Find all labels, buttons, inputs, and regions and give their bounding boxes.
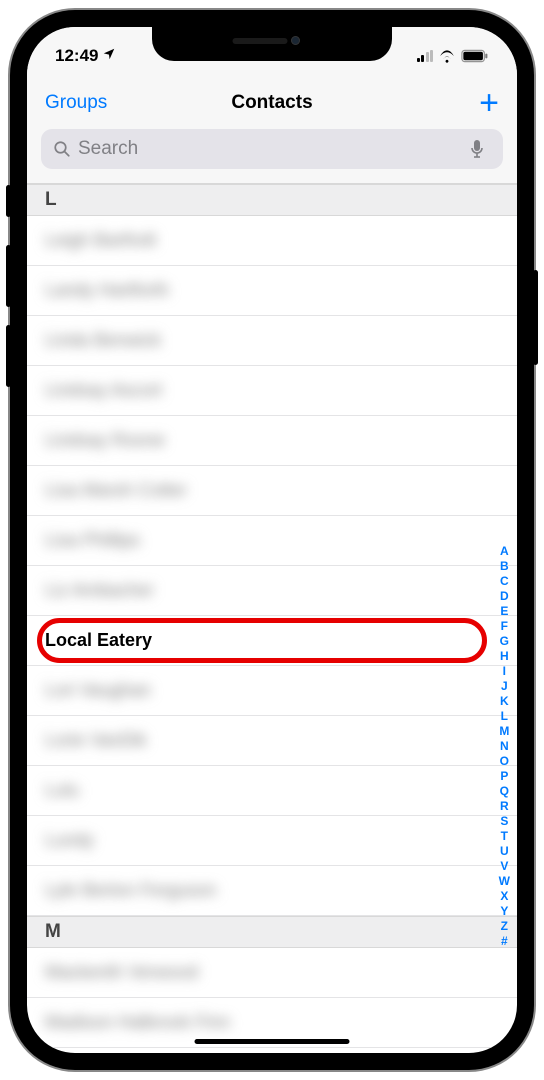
volume-up-button[interactable] <box>6 245 11 307</box>
phone-frame: 12:49 Groups Contacts <box>10 10 534 1070</box>
contact-row[interactable]: Liz Ambacher <box>27 566 517 616</box>
index-letter[interactable]: J <box>497 679 512 694</box>
search-placeholder: Search <box>78 138 470 160</box>
index-letter[interactable]: V <box>496 859 512 874</box>
groups-button[interactable]: Groups <box>45 92 107 114</box>
index-letter[interactable]: C <box>496 574 513 589</box>
index-letter[interactable]: S <box>496 814 512 829</box>
index-letter[interactable]: D <box>496 589 513 604</box>
contact-row[interactable]: Lori Vaughan <box>27 666 517 716</box>
alpha-index[interactable]: ABCDEFGHIJKLMNOPQRSTUVWXYZ# <box>495 544 514 949</box>
contact-row[interactable]: Lindsay Ascort <box>27 366 517 416</box>
contact-name: Lindsay Ascort <box>45 380 162 401</box>
search-icon <box>53 140 71 158</box>
index-letter[interactable]: U <box>496 844 513 859</box>
index-letter[interactable]: G <box>496 634 513 649</box>
index-letter[interactable]: M <box>495 724 513 739</box>
page-title: Contacts <box>231 92 312 114</box>
nav-bar: Groups Contacts + <box>27 77 517 121</box>
section-header-M: M <box>27 916 517 948</box>
index-letter[interactable]: Z <box>497 919 512 934</box>
contact-name: Liz Ambacher <box>45 580 154 601</box>
contact-row[interactable]: Mackenth Verwood <box>27 948 517 998</box>
status-time: 12:49 <box>55 46 98 66</box>
contact-row[interactable]: Local Eatery <box>27 616 517 666</box>
add-contact-button[interactable]: + <box>479 88 499 118</box>
contact-name: Lyle Berton Ferguson <box>45 880 216 901</box>
index-letter[interactable]: R <box>496 799 513 814</box>
contact-row[interactable]: Lisa Marsh Cotter <box>27 466 517 516</box>
search-container: Search <box>27 121 517 184</box>
cellular-signal-icon <box>417 50 434 62</box>
location-icon <box>102 46 116 66</box>
screen: 12:49 Groups Contacts <box>25 25 519 1055</box>
contact-row[interactable]: Linda Benwick <box>27 316 517 366</box>
index-letter[interactable]: T <box>497 829 512 844</box>
contact-row[interactable]: Lundy <box>27 816 517 866</box>
wifi-icon <box>438 49 456 63</box>
index-letter[interactable]: A <box>496 544 513 559</box>
contact-row[interactable]: Lindsay Roone <box>27 416 517 466</box>
section-header-L: L <box>27 184 517 216</box>
contact-name: Lisa Phillips <box>45 530 140 551</box>
power-button[interactable] <box>533 270 538 365</box>
contact-name: Leigh Bartholt <box>45 230 156 251</box>
search-input[interactable]: Search <box>41 129 503 169</box>
mute-switch[interactable] <box>6 185 11 217</box>
contact-row[interactable]: Leigh Bartholt <box>27 216 517 266</box>
index-letter[interactable]: X <box>496 889 512 904</box>
contact-row[interactable]: Lyle Berton Ferguson <box>27 866 517 916</box>
index-letter[interactable]: W <box>495 874 514 889</box>
index-letter[interactable]: O <box>496 754 513 769</box>
contact-name: Madison Halbrook Finn <box>45 1012 230 1033</box>
contact-name: Linda Benwick <box>45 330 161 351</box>
index-letter[interactable]: F <box>497 619 512 634</box>
index-letter[interactable]: L <box>497 709 512 724</box>
contact-name: Lulu <box>45 780 79 801</box>
contact-name: Local Eatery <box>45 630 152 651</box>
contact-name: Landy Hartforth <box>45 280 169 301</box>
index-letter[interactable]: # <box>497 934 512 949</box>
contact-name: Lindsay Roone <box>45 430 165 451</box>
contact-row[interactable]: Lorie VanDik <box>27 716 517 766</box>
contact-name: Lorie VanDik <box>45 730 147 751</box>
index-letter[interactable]: E <box>496 604 512 619</box>
battery-icon <box>461 49 489 63</box>
home-indicator[interactable] <box>195 1039 350 1044</box>
index-letter[interactable]: H <box>496 649 513 664</box>
index-letter[interactable]: P <box>496 769 512 784</box>
contacts-list[interactable]: L Leigh Bartholt Landy Hartforth Linda Ben… <box>27 184 517 1054</box>
index-letter[interactable]: Y <box>496 904 512 919</box>
index-letter[interactable]: Q <box>496 784 513 799</box>
index-letter[interactable]: N <box>496 739 513 754</box>
index-letter[interactable]: K <box>496 694 513 709</box>
contact-row[interactable]: Lisa Phillips <box>27 516 517 566</box>
contact-row[interactable]: Lulu <box>27 766 517 816</box>
volume-down-button[interactable] <box>6 325 11 387</box>
contact-name: Mackenth Verwood <box>45 962 198 983</box>
contact-name: Lori Vaughan <box>45 680 151 701</box>
index-letter[interactable]: B <box>496 559 513 574</box>
index-letter[interactable]: I <box>499 664 510 679</box>
contact-name: Lisa Marsh Cotter <box>45 480 187 501</box>
notch <box>152 25 392 61</box>
contact-name: Lundy <box>45 830 94 851</box>
contact-row[interactable]: Landy Hartforth <box>27 266 517 316</box>
dictate-icon[interactable] <box>470 139 484 159</box>
